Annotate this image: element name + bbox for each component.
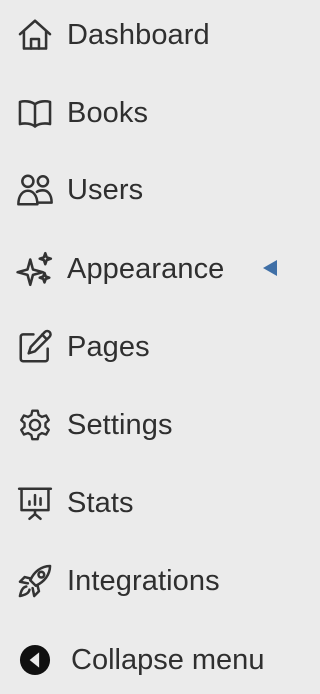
sidebar-item-label: Stats: [67, 487, 134, 519]
sidebar-menu: Dashboard Books Users Appearance Pages S…: [0, 0, 277, 694]
book-open-icon: [9, 89, 61, 137]
sidebar-item-integrations[interactable]: Integrations: [0, 557, 250, 605]
sparkles-icon: [9, 245, 61, 293]
sidebar-item-label: Settings: [67, 409, 173, 441]
sidebar-item-pages[interactable]: Pages: [0, 323, 250, 371]
edit-page-icon: [9, 323, 61, 371]
sidebar-item-label: Users: [67, 174, 144, 206]
pointer-arrow-icon: [263, 260, 277, 276]
sidebar-item-label: Integrations: [67, 565, 220, 597]
sidebar-item-label: Books: [67, 97, 149, 129]
sidebar-item-dashboard[interactable]: Dashboard: [0, 11, 250, 59]
gear-icon: [9, 401, 61, 449]
collapse-menu-button[interactable]: Collapse menu: [0, 636, 277, 684]
home-icon: [9, 11, 61, 59]
sidebar-item-label: Pages: [67, 331, 150, 363]
arrow-left-circle-icon: [9, 636, 61, 684]
rocket-icon: [9, 557, 61, 605]
sidebar-item-label: Dashboard: [67, 19, 210, 51]
sidebar-item-label: Appearance: [67, 253, 225, 285]
collapse-menu-label: Collapse menu: [71, 644, 265, 676]
sidebar-item-appearance[interactable]: Appearance: [0, 245, 250, 293]
sidebar-item-stats[interactable]: Stats: [0, 479, 250, 527]
sidebar-item-users[interactable]: Users: [0, 166, 250, 214]
sidebar-item-books[interactable]: Books: [0, 89, 250, 137]
sidebar-item-settings[interactable]: Settings: [0, 401, 250, 449]
presentation-chart-icon: [9, 479, 61, 527]
users-icon: [9, 166, 61, 214]
